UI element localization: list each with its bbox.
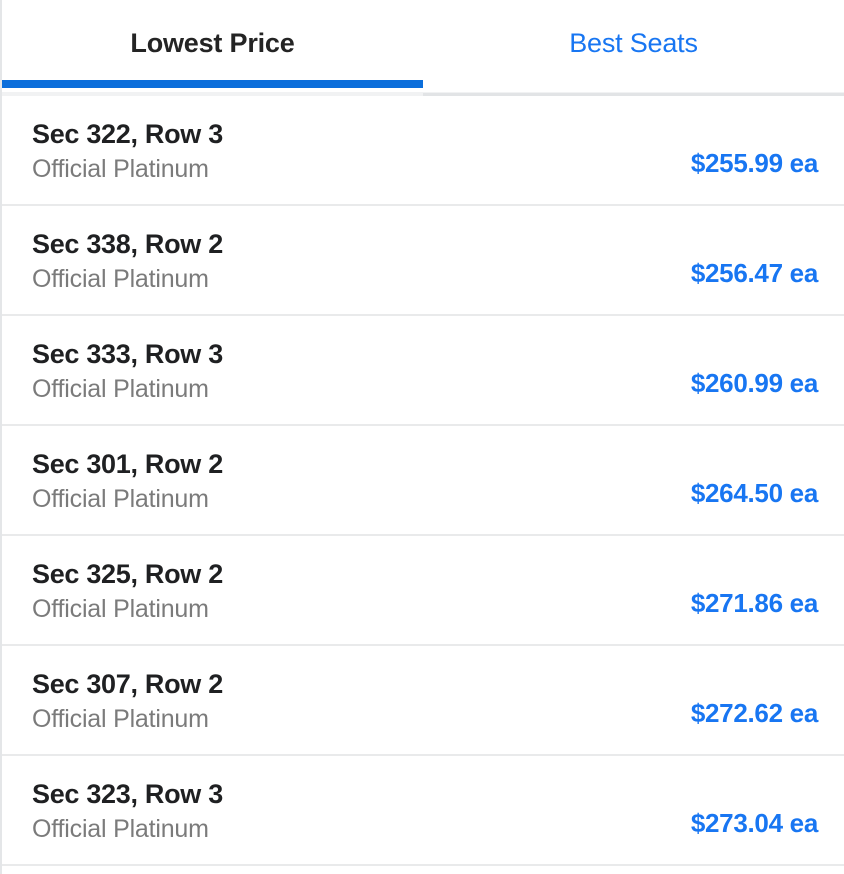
ticket-info: Sec 323, Row 3 Official Platinum <box>32 778 223 842</box>
ticket-tier-label: Official Platinum <box>32 154 209 183</box>
sort-tab-bar: Lowest Price Best Seats <box>2 0 844 96</box>
tab-best-seats[interactable]: Best Seats <box>423 0 844 96</box>
ticket-row[interactable]: Sec 323, Row 3 Official Platinum $273.04… <box>2 756 844 866</box>
ticket-tier-label: Official Platinum <box>32 484 209 513</box>
ticket-seat-location: Sec 322, Row 3 <box>32 119 223 150</box>
ticket-tier-label: Official Platinum <box>32 594 209 623</box>
ticket-price: $260.99 ea <box>690 367 818 398</box>
ticket-price: $264.50 ea <box>690 477 818 508</box>
ticket-info: Sec 307, Row 2 Official Platinum <box>32 668 223 732</box>
ticket-seat-location: Sec 323, Row 3 <box>32 779 223 810</box>
tab-best-seats-label: Best Seats <box>569 28 698 58</box>
ticket-row[interactable]: Sec 338, Row 2 Official Platinum $256.47… <box>2 206 844 316</box>
ticket-tier-label: Official Platinum <box>32 264 209 293</box>
ticket-price: $272.62 ea <box>690 697 818 728</box>
ticket-tier-label: Official Platinum <box>32 374 209 403</box>
tab-lowest-price-label: Lowest Price <box>130 28 295 58</box>
ticket-seat-location: Sec 307, Row 2 <box>32 669 223 700</box>
ticket-row[interactable]: Sec 301, Row 2 Official Platinum $264.50… <box>2 426 844 536</box>
ticket-info: Sec 338, Row 2 Official Platinum <box>32 228 223 292</box>
ticket-seat-location: Sec 301, Row 2 <box>32 449 223 480</box>
ticket-info: Sec 301, Row 2 Official Platinum <box>32 448 223 512</box>
ticket-info: Sec 333, Row 3 Official Platinum <box>32 338 223 402</box>
ticket-row[interactable]: Sec 307, Row 2 Official Platinum $272.62… <box>2 646 844 756</box>
ticket-row[interactable]: Sec 322, Row 3 Official Platinum $255.99… <box>2 96 844 206</box>
ticket-seat-location: Sec 333, Row 3 <box>32 339 223 370</box>
ticket-tier-label: Official Platinum <box>32 814 209 843</box>
ticket-price: $273.04 ea <box>690 807 818 838</box>
ticket-tier-label: Official Platinum <box>32 704 209 733</box>
tab-lowest-price[interactable]: Lowest Price <box>2 0 423 96</box>
ticket-price: $255.99 ea <box>690 147 818 178</box>
ticket-price: $271.86 ea <box>690 587 818 618</box>
ticket-row[interactable]: Sec 333, Row 3 Official Platinum $260.99… <box>2 316 844 426</box>
ticket-info: Sec 322, Row 3 Official Platinum <box>32 118 223 182</box>
ticket-listing-panel: Lowest Price Best Seats Sec 322, Row 3 O… <box>0 0 844 874</box>
ticket-list: Sec 322, Row 3 Official Platinum $255.99… <box>2 96 844 866</box>
ticket-seat-location: Sec 325, Row 2 <box>32 559 223 590</box>
ticket-price: $256.47 ea <box>690 257 818 288</box>
ticket-seat-location: Sec 338, Row 2 <box>32 229 223 260</box>
ticket-info: Sec 325, Row 2 Official Platinum <box>32 558 223 622</box>
ticket-row[interactable]: Sec 325, Row 2 Official Platinum $271.86… <box>2 536 844 646</box>
